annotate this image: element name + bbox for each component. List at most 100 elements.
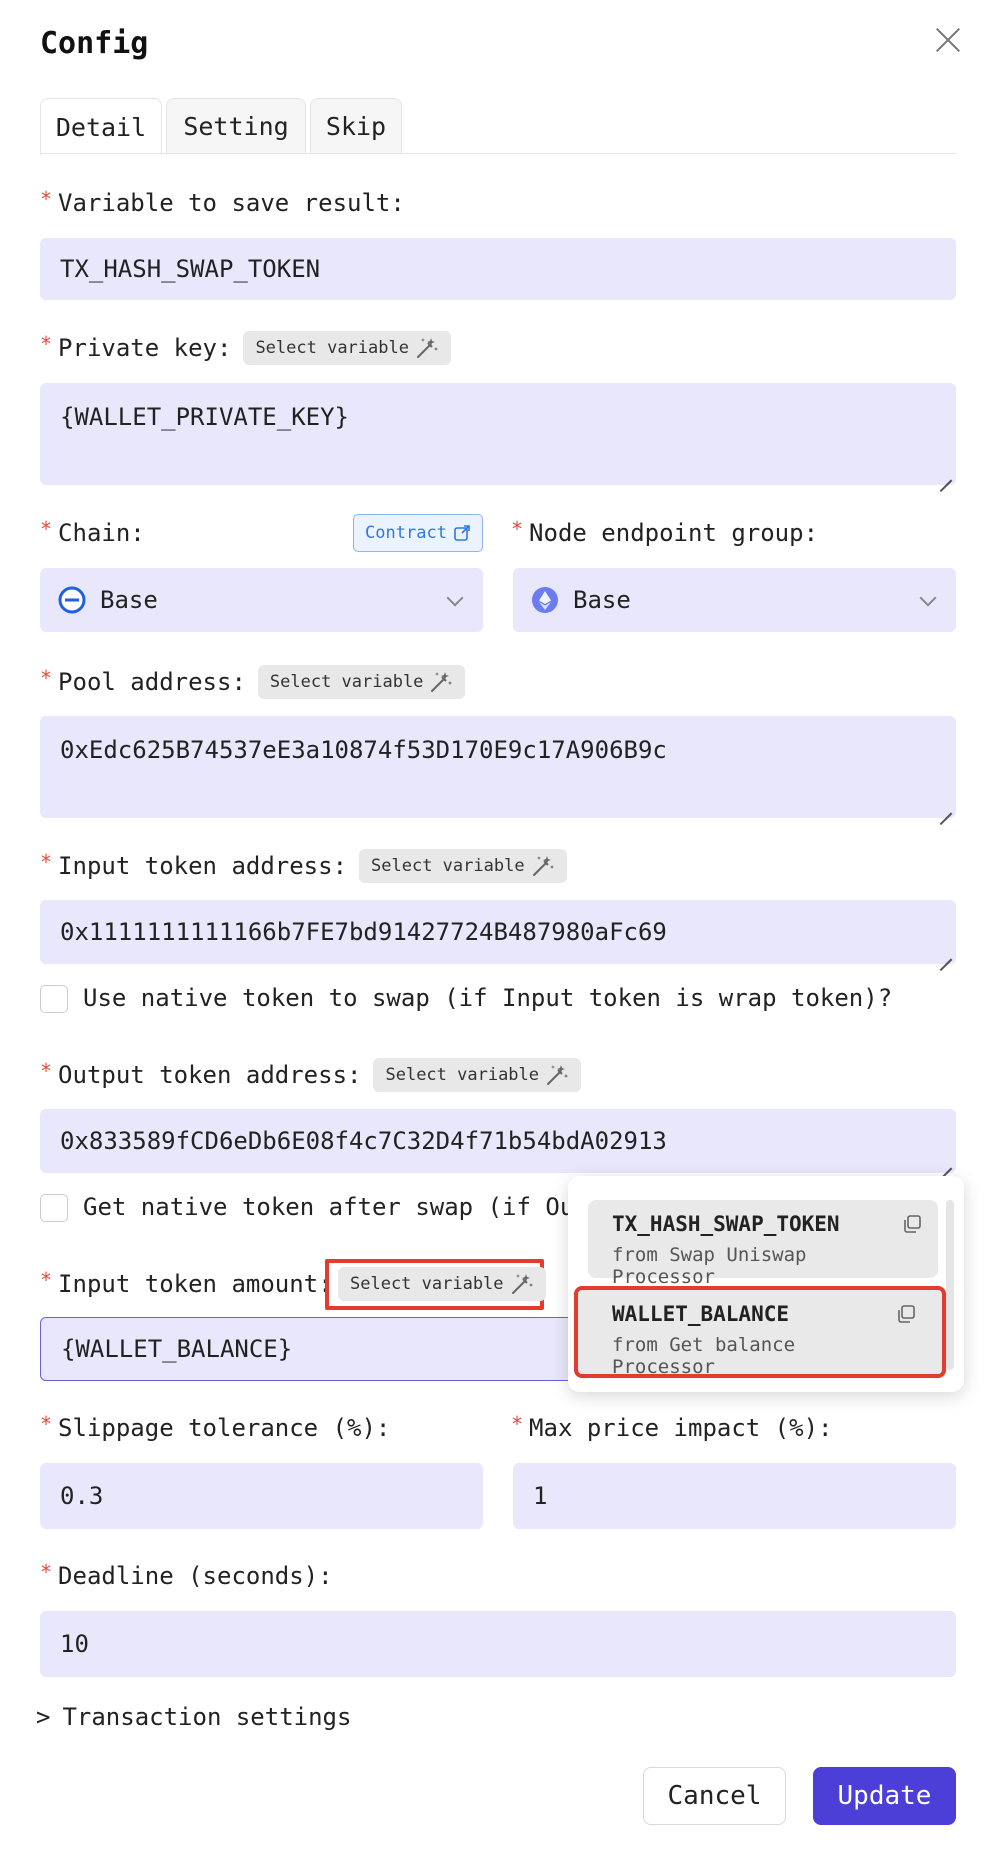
- transaction-settings-label: Transaction settings: [62, 1703, 352, 1731]
- input-token-textarea[interactable]: 0x1111111111166b7FE7bd91427724B487980aFc…: [40, 900, 956, 964]
- chain-value: Base: [100, 586, 158, 614]
- variable-label: * Variable to save result:: [40, 186, 405, 220]
- select-variable-label: Select variable: [385, 1065, 540, 1085]
- node-group-select[interactable]: Base: [513, 568, 956, 632]
- resize-handle[interactable]: [938, 800, 952, 814]
- copy-icon[interactable]: [896, 1304, 916, 1324]
- deadline-label-text: Deadline (seconds):: [58, 1562, 333, 1590]
- variable-popup: TX_HASH_SWAP_TOKEN from Swap Uniswap Pro…: [568, 1176, 964, 1392]
- select-variable-label: Select variable: [371, 856, 525, 876]
- input-token-label-text: Input token address:: [58, 852, 348, 880]
- max-impact-label: * Max price impact (%):: [511, 1411, 832, 1445]
- resize-handle[interactable]: [938, 467, 952, 481]
- output-token-label-text: Output token address:: [58, 1061, 362, 1089]
- required-marker: *: [40, 1412, 53, 1436]
- variable-option-name: TX_HASH_SWAP_TOKEN: [612, 1212, 840, 1236]
- tabs-divider: [40, 153, 956, 154]
- select-variable-button[interactable]: Select variable: [359, 849, 567, 883]
- required-marker: *: [511, 517, 524, 541]
- chevron-down-icon: [919, 589, 937, 607]
- chain-select[interactable]: Base: [40, 568, 483, 632]
- select-variable-button[interactable]: Select variable: [243, 331, 451, 365]
- close-icon[interactable]: [932, 24, 964, 56]
- variable-option-name: WALLET_BALANCE: [612, 1302, 790, 1326]
- output-token-textarea[interactable]: 0x833589fCD6eDb6E08f4c7C32D4f71b54bdA029…: [40, 1109, 956, 1173]
- select-variable-button[interactable]: Select variable: [373, 1058, 582, 1092]
- chain-label: * Chain:: [40, 516, 145, 550]
- input-amount-label: * Input token amount:: [40, 1267, 333, 1301]
- chevron-right-icon: >: [36, 1703, 51, 1731]
- required-marker: *: [40, 332, 53, 356]
- required-marker: *: [40, 517, 53, 541]
- required-marker: *: [40, 187, 53, 211]
- pool-label-text: Pool address:: [58, 668, 246, 696]
- variable-option-wallet-balance[interactable]: WALLET_BALANCE from Get balance Processo…: [574, 1286, 946, 1378]
- popup-scrollbar[interactable]: [946, 1200, 954, 1370]
- variable-input[interactable]: TX_HASH_SWAP_TOKEN: [40, 238, 956, 300]
- private-key-label: * Private key: Select variable: [40, 331, 451, 365]
- node-group-value: Base: [573, 586, 631, 614]
- select-variable-button[interactable]: Select variable: [338, 1267, 546, 1301]
- update-button[interactable]: Update: [813, 1767, 956, 1825]
- contract-link[interactable]: Contract: [353, 514, 483, 552]
- magic-wand-icon: [416, 337, 439, 358]
- node-group-label: * Node endpoint group:: [511, 516, 818, 550]
- resize-handle[interactable]: [938, 1155, 952, 1169]
- magic-wand-icon: [511, 1273, 534, 1294]
- deadline-label: * Deadline (seconds):: [40, 1559, 333, 1593]
- chevron-down-icon: [446, 589, 464, 607]
- base-chain-icon: [58, 586, 86, 614]
- pool-value: 0xEdc625B74537eE3a10874f53D170E9c17A906B…: [60, 736, 667, 764]
- private-key-label-text: Private key:: [58, 334, 232, 362]
- input-token-label: * Input token address: Select variable: [40, 849, 567, 883]
- native-output-label: Get native token after swap (if Ou: [83, 1193, 575, 1221]
- deadline-input[interactable]: 10: [40, 1611, 956, 1677]
- variable-option-source: from Get balance Processor: [612, 1334, 796, 1378]
- magic-wand-icon: [431, 671, 454, 692]
- magic-wand-icon: [532, 855, 555, 876]
- required-marker: *: [40, 850, 53, 874]
- tab-skip[interactable]: Skip: [310, 98, 402, 154]
- variable-option-source: from Swap Uniswap Processor: [612, 1244, 807, 1288]
- tab-detail[interactable]: Detail: [40, 98, 162, 155]
- contract-label: Contract: [365, 523, 447, 543]
- select-variable-button[interactable]: Select variable: [257, 665, 466, 699]
- required-marker: *: [40, 666, 53, 690]
- private-key-value: {WALLET_PRIVATE_KEY}: [60, 403, 349, 431]
- output-token-label: * Output token address: Select variable: [40, 1058, 582, 1092]
- cancel-button[interactable]: Cancel: [643, 1767, 786, 1825]
- variable-label-text: Variable to save result:: [58, 189, 405, 217]
- max-impact-input[interactable]: 1: [513, 1463, 956, 1529]
- copy-icon[interactable]: [902, 1214, 922, 1234]
- transaction-settings-toggle[interactable]: > Transaction settings: [36, 1703, 351, 1731]
- required-marker: *: [40, 1560, 53, 1584]
- magic-wand-icon: [547, 1064, 570, 1085]
- variable-option-tx-hash[interactable]: TX_HASH_SWAP_TOKEN from Swap Uniswap Pro…: [588, 1200, 938, 1288]
- input-amount-input[interactable]: {WALLET_BALANCE}: [40, 1317, 580, 1381]
- select-variable-label: Select variable: [350, 1274, 504, 1294]
- pool-textarea[interactable]: 0xEdc625B74537eE3a10874f53D170E9c17A906B…: [40, 716, 956, 818]
- required-marker: *: [511, 1412, 524, 1436]
- private-key-textarea[interactable]: {WALLET_PRIVATE_KEY}: [40, 383, 956, 485]
- select-variable-label: Select variable: [255, 338, 409, 358]
- max-impact-label-text: Max price impact (%):: [529, 1414, 833, 1442]
- native-output-checkbox[interactable]: [40, 1194, 68, 1222]
- node-group-label-text: Node endpoint group:: [529, 519, 819, 547]
- select-variable-label: Select variable: [269, 672, 424, 692]
- dialog-title: Config: [40, 26, 149, 61]
- slippage-label-text: Slippage tolerance (%):: [58, 1414, 391, 1442]
- output-token-value: 0x833589fCD6eDb6E08f4c7C32D4f71b54bdA029…: [60, 1127, 667, 1155]
- native-input-checkbox[interactable]: [40, 985, 68, 1013]
- chain-label-text: Chain:: [58, 519, 145, 547]
- input-amount-label-text: Input token amount:: [58, 1270, 333, 1298]
- required-marker: *: [40, 1268, 53, 1292]
- slippage-label: * Slippage tolerance (%):: [40, 1411, 390, 1445]
- external-link-icon: [454, 525, 470, 541]
- resize-handle[interactable]: [938, 946, 952, 960]
- required-marker: *: [40, 1059, 53, 1083]
- input-token-value: 0x1111111111166b7FE7bd91427724B487980aFc…: [60, 918, 667, 946]
- native-input-label: Use native token to swap (if Input token…: [83, 984, 893, 1012]
- slippage-input[interactable]: 0.3: [40, 1463, 483, 1529]
- tab-setting[interactable]: Setting: [166, 98, 306, 154]
- ethereum-icon: [532, 587, 558, 613]
